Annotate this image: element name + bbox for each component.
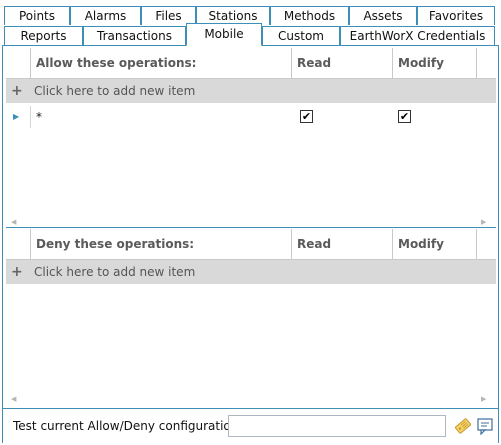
tab-methods[interactable]: Methods <box>270 6 349 25</box>
test-configuration-label: Test current Allow/Deny configuration: <box>13 419 243 433</box>
deny-add-new-item-row[interactable]: + Click here to add new item <box>6 260 496 284</box>
row-indicator-icon: ▶ <box>13 112 20 121</box>
grid-divider <box>6 227 496 228</box>
tab-alarms[interactable]: Alarms <box>70 6 141 25</box>
test-configuration-bar: Test current Allow/Deny configuration: <box>3 408 498 443</box>
deny-modify-column-header[interactable]: Modify <box>392 229 476 259</box>
allow-horizontal-scrollbar[interactable]: ◀ ▶ <box>6 218 496 227</box>
tab-transactions[interactable]: Transactions <box>83 26 186 45</box>
column-divider <box>476 229 477 259</box>
deny-horizontal-scrollbar[interactable]: ◀ ▶ <box>6 395 496 404</box>
tab-earthworx-credentials[interactable]: EarthWorX Credentials <box>340 26 495 45</box>
plus-icon: + <box>11 83 23 99</box>
tab-assets[interactable]: Assets <box>349 6 417 25</box>
column-divider <box>476 48 477 78</box>
tab-reports[interactable]: Reports <box>4 26 83 45</box>
deny-grid-header: Deny these operations: Read Modify <box>6 229 496 260</box>
allow-read-column-header[interactable]: Read <box>291 48 392 78</box>
allow-operations-grid: Allow these operations: Read Modify + Cl… <box>6 48 496 227</box>
allow-add-new-item-row[interactable]: + Click here to add new item <box>6 79 496 103</box>
deny-operation-column-header[interactable]: Deny these operations: <box>30 229 291 259</box>
tab-mobile[interactable]: Mobile <box>186 23 262 46</box>
deny-add-new-item-text: Click here to add new item <box>34 265 196 279</box>
tab-points[interactable]: Points <box>4 6 70 25</box>
ticket-icon[interactable] <box>454 417 472 435</box>
operation-cell[interactable]: * <box>36 106 42 128</box>
scroll-left-icon[interactable]: ◀ <box>11 395 16 404</box>
modify-checkbox[interactable]: ✔ <box>398 110 411 123</box>
deny-operations-grid: Deny these operations: Read Modify + Cli… <box>6 229 496 404</box>
allow-operation-column-header[interactable]: Allow these operations: <box>30 48 291 78</box>
test-operation-input[interactable] <box>228 415 446 437</box>
mobile-tab-panel: Allow these operations: Read Modify + Cl… <box>2 45 499 443</box>
read-checkbox[interactable]: ✔ <box>300 110 313 123</box>
scroll-right-icon[interactable]: ▶ <box>481 395 486 404</box>
allow-grid-header: Allow these operations: Read Modify <box>6 48 496 79</box>
tab-favorites[interactable]: Favorites <box>417 6 495 25</box>
comment-icon[interactable] <box>476 417 494 436</box>
row-divider <box>30 106 31 128</box>
plus-icon: + <box>11 264 23 280</box>
deny-read-column-header[interactable]: Read <box>291 229 392 259</box>
tab-custom[interactable]: Custom <box>262 26 340 45</box>
scroll-left-icon[interactable]: ◀ <box>11 218 16 227</box>
allow-modify-column-header[interactable]: Modify <box>392 48 476 78</box>
allow-add-new-item-text: Click here to add new item <box>34 84 196 98</box>
table-row[interactable]: ▶ * ✔ ✔ <box>6 106 496 128</box>
scroll-right-icon[interactable]: ▶ <box>481 218 486 227</box>
